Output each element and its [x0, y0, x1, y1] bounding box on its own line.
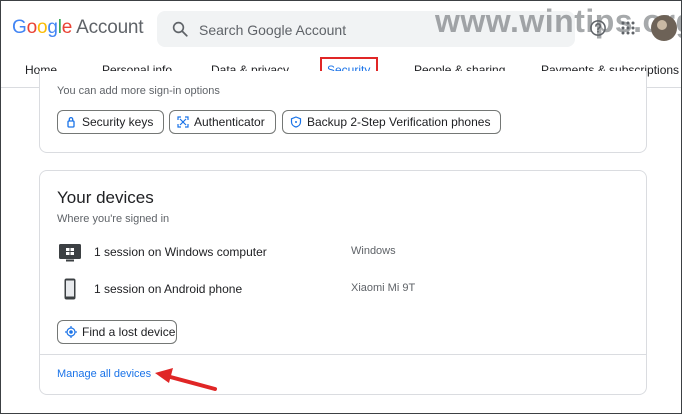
device-model: Xiaomi Mi 9T: [351, 282, 416, 294]
security-keys-button[interactable]: Security keys: [57, 110, 165, 134]
devices-subtitle: Where you're signed in: [57, 213, 170, 225]
search-icon[interactable]: [171, 20, 189, 38]
locate-icon: [65, 326, 77, 338]
backup-phones-button[interactable]: Backup 2-Step Verification phones: [282, 110, 502, 134]
device-name: 1 session on Windows computer: [94, 245, 267, 259]
device-row-windows[interactable]: 1 session on Windows computer Windows: [57, 239, 617, 269]
shield-icon: [290, 116, 302, 128]
signin-options-text: You can add more sign-in options: [57, 85, 220, 97]
help-icon[interactable]: [589, 19, 607, 37]
devices-title: Your devices: [57, 188, 154, 207]
google-account-logo[interactable]: Google Account: [12, 17, 144, 39]
product-name: Account: [76, 17, 144, 38]
annotation-arrow-icon: [155, 368, 217, 391]
windows-computer-icon: [59, 244, 81, 262]
security-keys-label: Security keys: [82, 115, 154, 129]
backup-phones-label: Backup 2-Step Verification phones: [307, 115, 491, 129]
security-key-icon: [67, 117, 75, 128]
phone-icon: [64, 278, 76, 300]
card-divider: [40, 354, 646, 355]
device-row-android[interactable]: 1 session on Android phone Xiaomi Mi 9T: [57, 276, 617, 306]
authenticator-button[interactable]: Authenticator: [169, 110, 276, 134]
authenticator-label: Authenticator: [194, 115, 265, 129]
avatar[interactable]: [651, 15, 677, 41]
manage-all-devices-link[interactable]: Manage all devices: [57, 368, 151, 380]
device-name: 1 session on Android phone: [94, 282, 243, 296]
page-frame: GoogleAccount www.wintips.org Home Perso…: [0, 0, 682, 414]
device-model: Windows: [351, 245, 396, 257]
find-lost-device-button[interactable]: Find a lost device: [57, 320, 177, 344]
find-lost-device-label: Find a lost device: [82, 325, 176, 339]
watermark: www.wintips.org: [435, 3, 682, 39]
authenticator-icon: [177, 116, 189, 128]
apps-grid-icon[interactable]: [621, 21, 635, 35]
